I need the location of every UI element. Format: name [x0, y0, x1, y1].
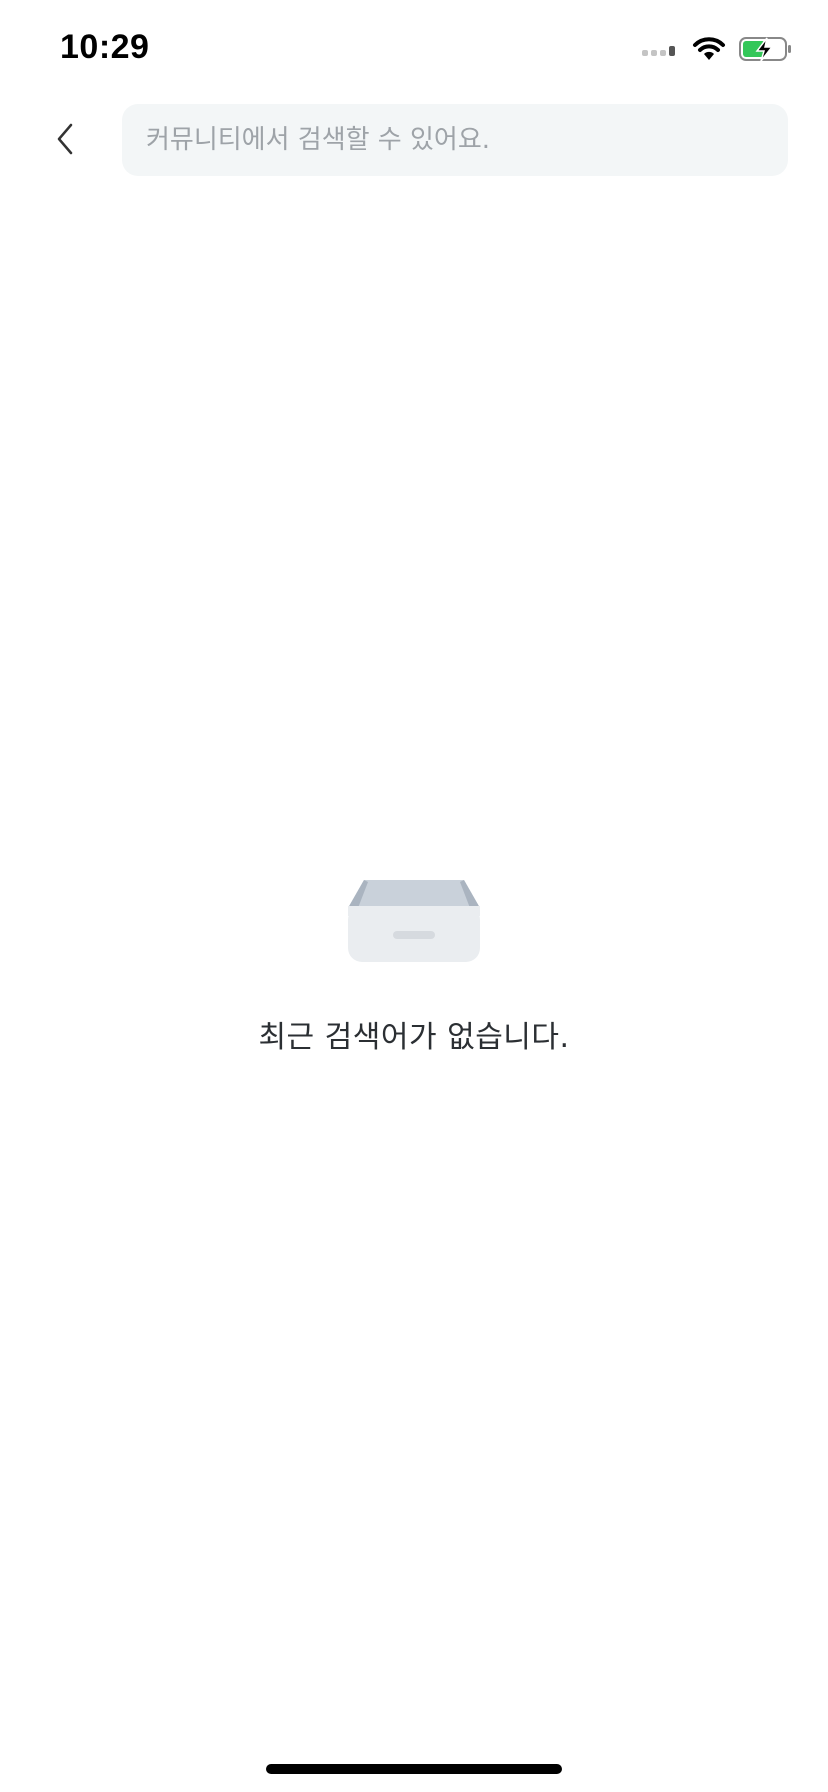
chevron-left-icon [57, 123, 73, 155]
status-time: 10:29 [60, 28, 150, 66]
status-icons [640, 34, 794, 64]
search-input[interactable] [144, 103, 788, 177]
battery-charging-icon [739, 37, 791, 62]
search-header [0, 100, 828, 180]
search-field[interactable] [122, 103, 788, 177]
empty-state: 최근 검색어가 없습니다. [0, 870, 828, 1056]
wifi-icon [693, 37, 725, 60]
empty-message: 최근 검색어가 없습니다. [258, 1020, 570, 1055]
signal-icon [642, 46, 675, 56]
home-indicator[interactable] [266, 1764, 562, 1774]
status-bar: 10:29 [0, 0, 828, 100]
empty-drawer-icon [348, 880, 480, 962]
back-button[interactable] [40, 114, 90, 164]
